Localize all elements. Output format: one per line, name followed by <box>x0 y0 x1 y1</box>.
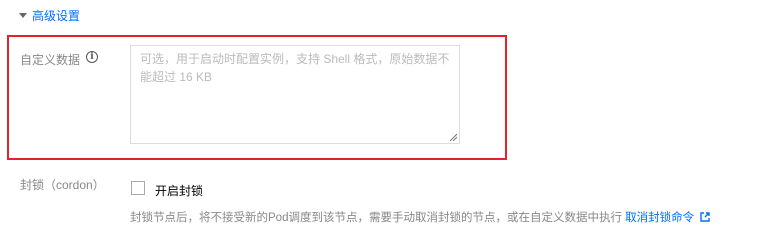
cordon-checkbox-label[interactable]: 开启封锁 <box>155 182 203 199</box>
uncordon-command-link[interactable]: 取消封锁命令 <box>625 212 711 224</box>
resize-handle-icon[interactable] <box>449 133 457 141</box>
info-icon[interactable]: i <box>86 51 98 63</box>
cordon-hint: 封锁节点后，将不接受新的Pod调度到该节点，需要手动取消封锁的节点，或在自定义数… <box>130 209 711 225</box>
uncordon-command-link-label[interactable]: 取消封锁命令 <box>625 212 694 224</box>
caret-down-icon <box>19 13 27 18</box>
external-link-icon[interactable] <box>700 212 711 222</box>
advanced-settings-label: 高级设置 <box>32 9 81 23</box>
user-data-label: 自定义数据 <box>20 53 81 67</box>
cordon-hint-text: 封锁节点后，将不接受新的Pod调度到该节点，需要手动取消封锁的节点，或在自定义数… <box>130 212 622 224</box>
advanced-settings-toggle[interactable]: 高级设置 <box>19 7 80 24</box>
user-data-textarea[interactable]: 可选，用于启动时配置实例，支持 Shell 格式，原始数据不能超过 16 KB <box>130 45 460 144</box>
user-data-placeholder: 可选，用于启动时配置实例，支持 Shell 格式，原始数据不能超过 16 KB <box>140 52 450 84</box>
cordon-checkbox[interactable] <box>131 181 145 195</box>
cordon-label: 封锁（cordon） <box>20 178 105 192</box>
